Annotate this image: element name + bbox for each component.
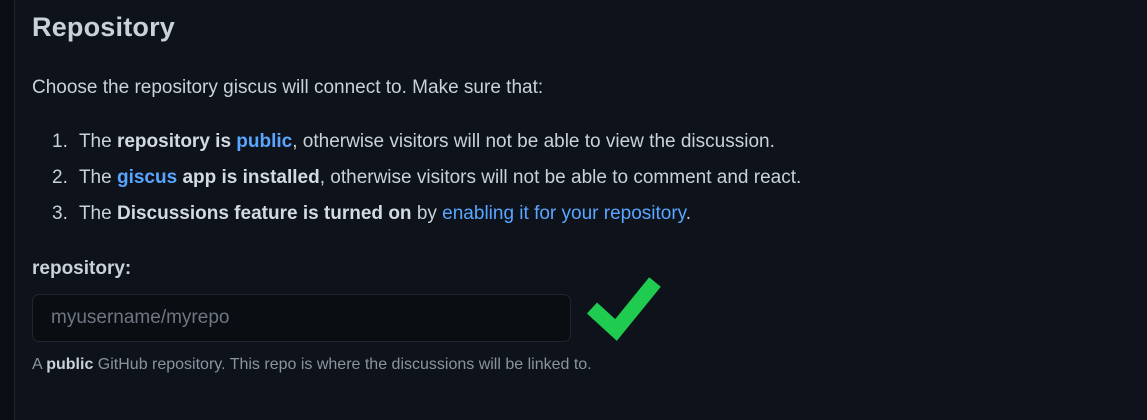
repository-field-label: repository: xyxy=(32,258,132,279)
public-link[interactable]: public xyxy=(236,131,292,152)
requirements-list: 1. The repository is public, otherwise v… xyxy=(32,128,801,236)
requirement-item-public: 1. The repository is public, otherwise v… xyxy=(32,128,801,164)
requirement-bold: Discussions feature is turned on xyxy=(116,203,412,224)
repository-input[interactable] xyxy=(32,294,571,342)
requirement-prefix: The xyxy=(78,131,117,152)
requirement-suffix: , otherwise visitors will not be able to… xyxy=(319,167,802,188)
requirement-item-discussions: 3. The Discussions feature is turned on … xyxy=(32,200,801,236)
repository-section: Repository Choose the repository giscus … xyxy=(14,0,1147,420)
requirement-item-app-installed: 2. The giscus app is installed, otherwis… xyxy=(32,164,801,200)
repository-help-text: A public GitHub repository. This repo is… xyxy=(32,356,592,374)
help-suffix: GitHub repository. This repo is where th… xyxy=(93,356,592,373)
requirement-prefix: The xyxy=(78,203,117,224)
requirement-suffix: , otherwise visitors will not be able to… xyxy=(292,131,775,152)
list-number: 3. xyxy=(52,203,68,224)
list-number: 1. xyxy=(52,131,68,152)
requirement-prefix: The xyxy=(78,167,117,188)
requirement-middle: by xyxy=(411,203,443,224)
giscus-app-link[interactable]: giscus xyxy=(117,167,177,188)
requirement-bold: app is installed xyxy=(177,167,320,188)
help-bold: public xyxy=(46,356,94,373)
section-intro: Choose the repository giscus will connec… xyxy=(32,77,544,98)
check-icon-stroke xyxy=(586,277,661,341)
requirement-bold: repository is xyxy=(116,131,237,152)
requirement-suffix: . xyxy=(685,203,692,224)
check-icon xyxy=(586,277,661,341)
enable-discussions-link[interactable]: enabling it for your repository xyxy=(442,203,686,224)
section-title: Repository xyxy=(32,12,176,42)
list-number: 2. xyxy=(52,167,68,188)
help-prefix: A xyxy=(32,356,47,373)
